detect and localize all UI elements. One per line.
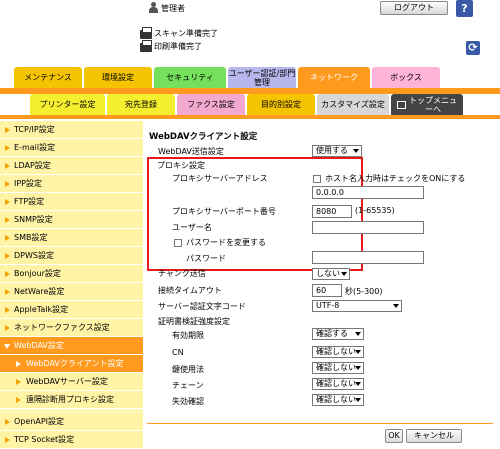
sidebar-item-webdav[interactable]: WebDAV設定 <box>0 337 143 355</box>
server-charset-select[interactable]: UTF-8 <box>312 300 402 312</box>
username-label: ユーザー名 <box>172 223 212 232</box>
subtab-fax[interactable]: ファクス設定 <box>177 94 245 115</box>
key-usage-label: 鍵使用法 <box>172 365 204 374</box>
key-usage-value: 確認しない <box>316 363 356 372</box>
sidebar-item-tcpip[interactable]: TCP/IP設定 <box>0 121 143 139</box>
help-icon[interactable]: ? <box>456 0 473 17</box>
webdav-send-value: 使用する <box>316 146 348 155</box>
change-password-label: パスワードを変更する <box>186 238 266 247</box>
user-name: 管理者 <box>161 4 185 13</box>
tab-maintenance[interactable]: メンテナンス <box>14 67 82 88</box>
chunk-value: しない <box>316 269 340 278</box>
sidebar-item-appletalk[interactable]: AppleTalk設定 <box>0 301 143 319</box>
sidebar-item-bonjour[interactable]: Bonjour設定 <box>0 265 143 283</box>
password-label: パスワード <box>186 254 226 263</box>
ok-button[interactable]: OK <box>385 429 403 443</box>
cn-select[interactable]: 確認しない <box>312 346 364 358</box>
sidebar-item-webdav-server[interactable]: WebDAVサーバー設定 <box>0 373 143 391</box>
cn-value: 確認しない <box>316 347 356 356</box>
tab-environment[interactable]: 環境設定 <box>84 67 152 88</box>
server-charset-label: サーバー認証文字コード <box>158 302 246 311</box>
hostname-checkbox[interactable] <box>313 175 321 183</box>
server-charset-value: UTF-8 <box>316 301 340 310</box>
sidebar-item-tcp-socket[interactable]: TCP Socket設定 <box>0 431 143 449</box>
chunk-label: チャンク送信 <box>158 269 206 278</box>
chain-label: チェーン <box>172 381 204 390</box>
revocation-label: 失効確認 <box>172 397 204 406</box>
sidebar-item-webdav-client[interactable]: WebDAVクライアント設定 <box>0 355 143 373</box>
sidebar: TCP/IP設定 E-mail設定 LDAP設定 IPP設定 FTP設定 SNM… <box>0 121 143 449</box>
sidebar-item-openapi[interactable]: OpenAPI設定 <box>0 413 143 431</box>
cancel-button[interactable]: キャンセル <box>406 429 462 443</box>
cn-label: CN <box>172 348 184 357</box>
hostname-check-label: ホスト名入力時はチェックをONにする <box>325 174 466 183</box>
validity-select[interactable]: 確認する <box>312 328 364 340</box>
tab-network[interactable]: ネットワーク <box>298 67 370 88</box>
chevron-down-icon <box>355 382 361 386</box>
page-title: WebDAVクライアント設定 <box>149 132 258 142</box>
chevron-down-icon <box>353 149 359 153</box>
sidebar-item-remote-proxy[interactable]: 遠隔診断用プロキシ設定 <box>0 391 143 409</box>
proxy-port-input[interactable]: 8080 <box>312 205 352 218</box>
subtab-address[interactable]: 宛先登録 <box>107 94 175 115</box>
sidebar-item-smb[interactable]: SMB設定 <box>0 229 143 247</box>
chevron-down-icon <box>341 272 347 276</box>
key-usage-select[interactable]: 確認しない <box>312 362 364 374</box>
proxy-port-label: プロキシサーバーポート番号 <box>172 207 276 216</box>
proxy-port-range: (1-65535) <box>355 206 395 215</box>
scanner-icon <box>140 27 152 39</box>
revocation-value: 確認しない <box>316 395 356 404</box>
validity-value: 確認する <box>316 329 348 338</box>
chain-value: 確認しない <box>316 379 356 388</box>
change-password-checkbox[interactable] <box>174 239 182 247</box>
chevron-down-icon <box>355 398 361 402</box>
proxy-address-input[interactable]: 0.0.0.0 <box>312 186 424 199</box>
chevron-down-icon <box>355 366 361 370</box>
timeout-label: 接続タイムアウト <box>158 286 222 295</box>
cert-level-label: 証明書検証強度設定 <box>158 317 230 326</box>
subtab-top-menu[interactable]: トップメニューへ <box>391 94 463 115</box>
chain-select[interactable]: 確認しない <box>312 378 364 390</box>
menu-icon <box>397 100 406 109</box>
sidebar-item-netware[interactable]: NetWare設定 <box>0 283 143 301</box>
chevron-down-icon <box>355 332 361 336</box>
timeout-input[interactable]: 60 <box>312 284 342 297</box>
sidebar-item-ipp[interactable]: IPP設定 <box>0 175 143 193</box>
refresh-icon[interactable]: ⟳ <box>466 41 480 55</box>
subtab-purpose[interactable]: 目的別設定 <box>247 94 315 115</box>
username-input[interactable] <box>312 221 424 234</box>
scan-status: スキャン準備完了 <box>154 29 218 38</box>
printer-icon <box>140 40 152 52</box>
user-icon <box>148 2 159 14</box>
subtab-customize[interactable]: カスタマイズ設定 <box>317 94 389 115</box>
tab-security[interactable]: セキュリティ <box>154 67 226 88</box>
webdav-send-select[interactable]: 使用する <box>312 145 362 157</box>
password-input[interactable] <box>312 251 424 264</box>
print-status: 印刷準備完了 <box>154 42 202 51</box>
sidebar-item-ldap[interactable]: LDAP設定 <box>0 157 143 175</box>
revocation-select[interactable]: 確認しない <box>312 394 364 406</box>
webdav-send-label: WebDAV送信設定 <box>158 147 224 156</box>
top-menu-label: トップメニューへ <box>409 95 457 114</box>
sidebar-item-ftp[interactable]: FTP設定 <box>0 193 143 211</box>
tab-user-auth[interactable]: ユーザー認証/部門管理 <box>228 67 296 88</box>
chunk-select[interactable]: しない <box>312 268 350 280</box>
subtab-printer[interactable]: プリンター設定 <box>30 94 105 115</box>
form-divider <box>147 423 493 424</box>
chevron-down-icon <box>393 304 399 308</box>
sidebar-item-dpws[interactable]: DPWS設定 <box>0 247 143 265</box>
tab-box[interactable]: ボックス <box>372 67 440 88</box>
content-divider <box>0 115 500 119</box>
validity-label: 有効期限 <box>172 331 204 340</box>
proxy-section-label: プロキシ設定 <box>157 161 205 170</box>
sidebar-item-network-fax[interactable]: ネットワークファクス設定 <box>0 319 143 337</box>
logout-button[interactable]: ログアウト <box>380 1 448 15</box>
sidebar-item-snmp[interactable]: SNMP設定 <box>0 211 143 229</box>
proxy-address-label: プロキシサーバーアドレス <box>172 174 268 183</box>
timeout-unit: 秒(5-300) <box>345 287 383 296</box>
sidebar-item-email[interactable]: E-mail設定 <box>0 139 143 157</box>
chevron-down-icon <box>355 350 361 354</box>
